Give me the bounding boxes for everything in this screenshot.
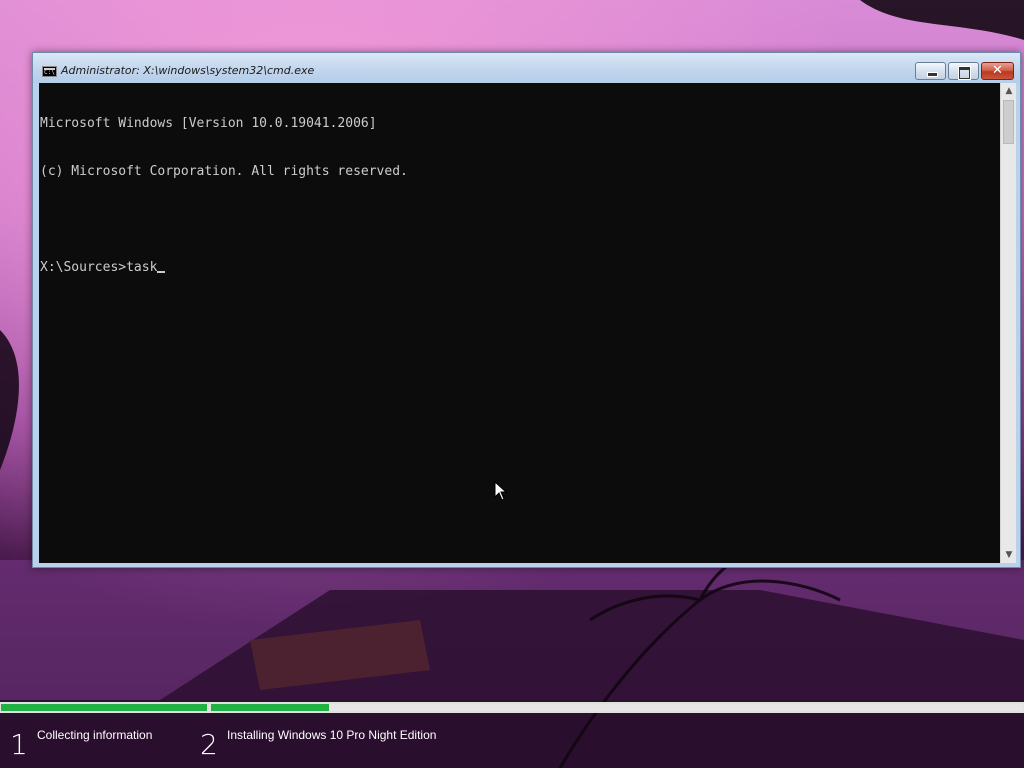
- text-cursor: [157, 271, 166, 273]
- close-button[interactable]: ✕: [981, 62, 1014, 80]
- cmd-icon[interactable]: C:\: [42, 66, 57, 77]
- console-line: (c) Microsoft Corporation. All rights re…: [40, 164, 408, 179]
- step-label: Collecting information: [37, 728, 153, 742]
- step-number: 2: [200, 728, 218, 761]
- progress-segment-2: [211, 704, 1023, 711]
- vertical-scrollbar[interactable]: ▲ ▼: [1000, 83, 1016, 563]
- scroll-up-icon[interactable]: ▲: [1001, 83, 1017, 99]
- minimize-button[interactable]: [915, 62, 946, 80]
- scroll-down-icon[interactable]: ▼: [1001, 547, 1017, 563]
- window-title: Administrator: X:\windows\system32\cmd.e…: [61, 64, 315, 77]
- console-line: Microsoft Windows [Version 10.0.19041.20…: [40, 116, 377, 131]
- mouse-pointer-icon: [494, 481, 508, 501]
- maximize-icon: [959, 67, 970, 79]
- step-number: 1: [10, 728, 28, 761]
- progress-fill-1: [1, 704, 207, 711]
- close-icon: ✕: [992, 63, 1003, 78]
- progress-fill-2: [211, 704, 329, 711]
- title-bar[interactable]: C:\ Administrator: X:\windows\system32\c…: [33, 53, 1020, 83]
- progress-segment-1: [1, 704, 207, 711]
- console-output[interactable]: Microsoft Windows [Version 10.0.19041.20…: [39, 83, 1000, 563]
- step-label: Installing Windows 10 Pro Night Edition: [227, 728, 437, 742]
- setup-progress-bar: [0, 702, 1024, 713]
- cmd-window[interactable]: C:\ Administrator: X:\windows\system32\c…: [32, 52, 1021, 568]
- scroll-thumb[interactable]: [1003, 100, 1014, 144]
- maximize-button[interactable]: [948, 62, 979, 80]
- minimize-icon: [927, 72, 938, 77]
- console-input-text[interactable]: X:\Sources>task: [40, 260, 157, 275]
- console-prompt-line[interactable]: X:\Sources>task: [40, 260, 1000, 276]
